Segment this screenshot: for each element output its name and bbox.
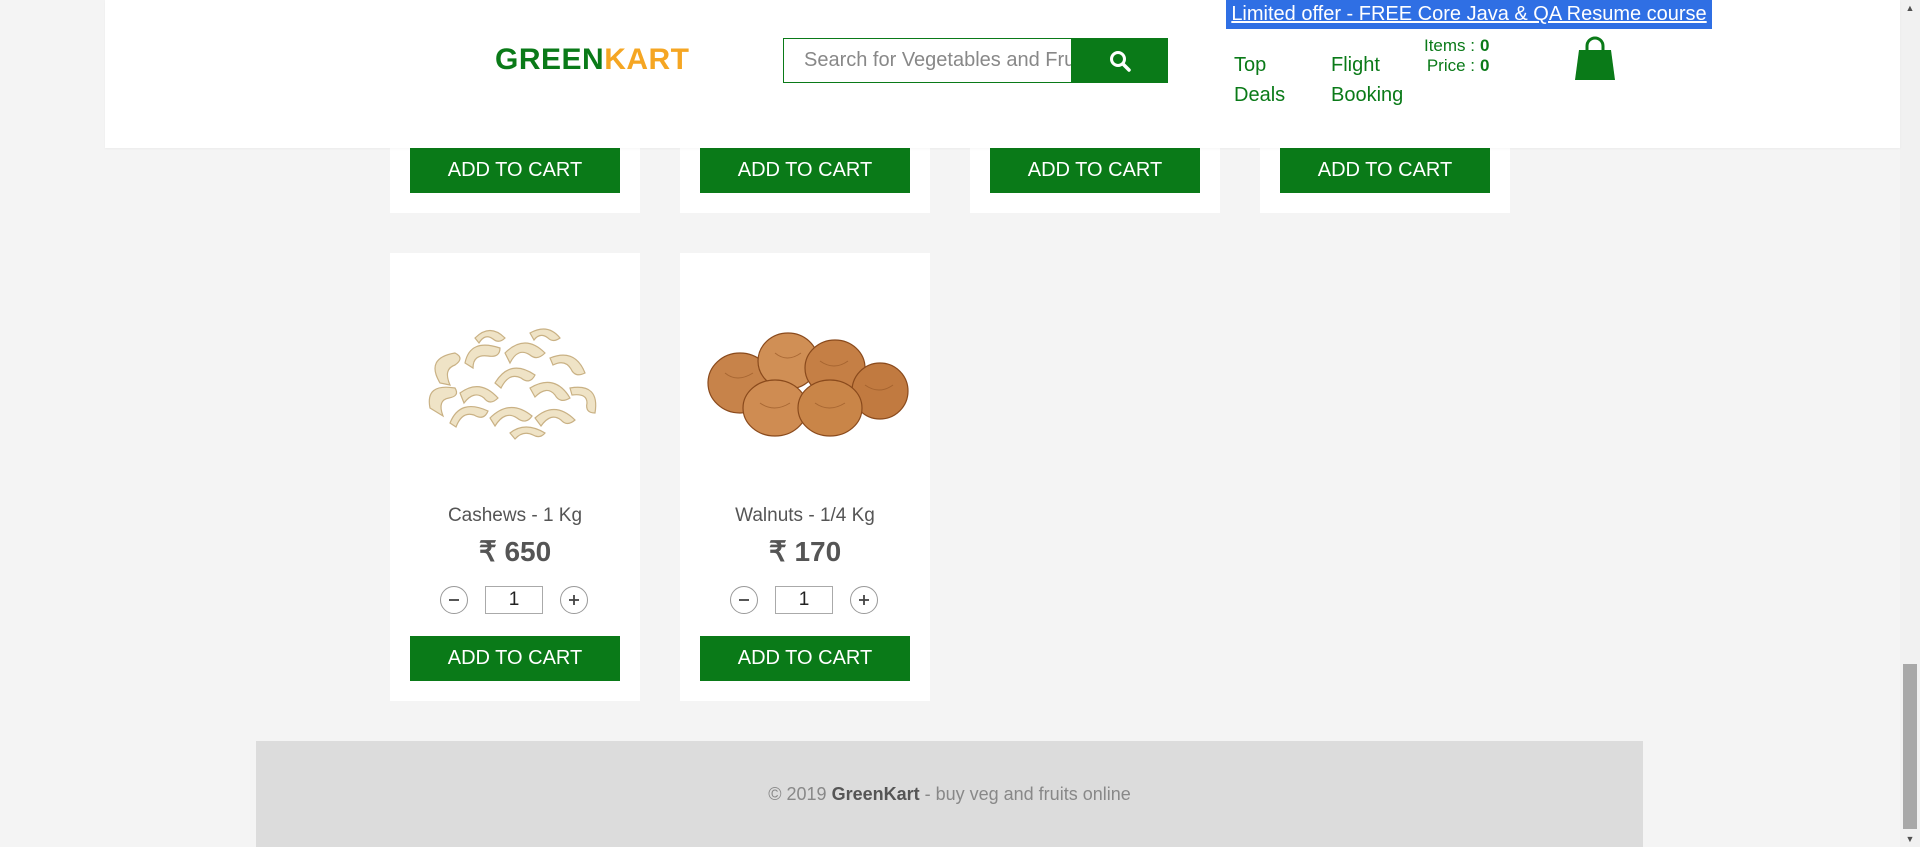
search-icon bbox=[1109, 50, 1131, 72]
logo-kart: KART bbox=[604, 43, 690, 76]
product-price: ₹ 650 bbox=[478, 536, 552, 567]
site-footer: © 2019 GreenKart - buy veg and fruits on… bbox=[256, 741, 1643, 847]
limited-offer-link[interactable]: Limited offer - FREE Core Java & QA Resu… bbox=[1226, 0, 1712, 29]
price-total: 0 bbox=[1480, 56, 1490, 75]
decrement-button[interactable] bbox=[440, 586, 468, 614]
walnuts-image bbox=[707, 332, 909, 437]
plus-icon bbox=[859, 595, 869, 605]
minus-icon bbox=[739, 599, 749, 601]
greenkart-logo[interactable]: GREENKART bbox=[495, 43, 690, 77]
add-to-cart-button[interactable]: ADD TO CART bbox=[700, 636, 910, 681]
add-to-cart-button[interactable]: ADD TO CART bbox=[990, 148, 1200, 193]
price-label: Price : bbox=[1426, 56, 1475, 75]
scrollbar-thumb[interactable] bbox=[1903, 664, 1917, 829]
top-deals-line1: Top bbox=[1234, 54, 1267, 76]
footer-prefix: © 2019 bbox=[768, 784, 832, 804]
increment-button[interactable] bbox=[850, 586, 878, 614]
product-price: ₹ 170 bbox=[768, 536, 842, 567]
footer-copyright: © 2019 GreenKart - buy veg and fruits on… bbox=[256, 784, 1643, 805]
cashews-image bbox=[428, 328, 597, 440]
page-scrollbar[interactable]: ▲ ▼ bbox=[1900, 0, 1920, 847]
search-input[interactable] bbox=[783, 38, 1072, 83]
cart-icon[interactable] bbox=[1573, 36, 1617, 87]
items-count: 0 bbox=[1480, 36, 1490, 55]
logo-green: GREEN bbox=[495, 43, 605, 76]
footer-brand: GreenKart bbox=[831, 784, 920, 804]
flight-booking-line1: Flight bbox=[1331, 54, 1380, 76]
search-button[interactable] bbox=[1071, 38, 1168, 83]
footer-suffix: - buy veg and fruits online bbox=[919, 784, 1131, 804]
items-label: Items : bbox=[1423, 36, 1475, 55]
flight-booking-link[interactable]: Flight Booking bbox=[1331, 50, 1403, 110]
add-to-cart-button[interactable]: ADD TO CART bbox=[410, 148, 620, 193]
plus-icon bbox=[569, 595, 579, 605]
scroll-up-icon[interactable]: ▲ bbox=[1900, 0, 1920, 16]
product-name: Walnuts - 1/4 Kg bbox=[735, 505, 875, 526]
add-to-cart-button[interactable]: ADD TO CART bbox=[410, 636, 620, 681]
quantity-input[interactable] bbox=[485, 586, 543, 614]
top-deals-link[interactable]: Top Deals bbox=[1234, 50, 1285, 110]
product-card-cashews: Cashews - 1 Kg ₹ 650 ADD TO CART bbox=[390, 253, 640, 701]
scroll-down-icon[interactable]: ▼ bbox=[1900, 831, 1920, 847]
product-name: Cashews - 1 Kg bbox=[447, 505, 583, 526]
decrement-button[interactable] bbox=[730, 586, 758, 614]
flight-booking-line2: Booking bbox=[1331, 84, 1404, 106]
search-bar bbox=[783, 38, 1168, 83]
quantity-input[interactable] bbox=[775, 586, 833, 614]
top-deals-line2: Deals bbox=[1234, 84, 1286, 106]
cart-info: Items : 0 Price : 0 bbox=[1405, 36, 1505, 80]
increment-button[interactable] bbox=[560, 586, 588, 614]
minus-icon bbox=[449, 599, 459, 601]
product-card-walnuts: Walnuts - 1/4 Kg ₹ 170 ADD TO CART bbox=[680, 253, 930, 701]
add-to-cart-button[interactable]: ADD TO CART bbox=[700, 148, 910, 193]
add-to-cart-button[interactable]: ADD TO CART bbox=[1280, 148, 1490, 193]
site-header: Limited offer - FREE Core Java & QA Resu… bbox=[105, 0, 1900, 148]
